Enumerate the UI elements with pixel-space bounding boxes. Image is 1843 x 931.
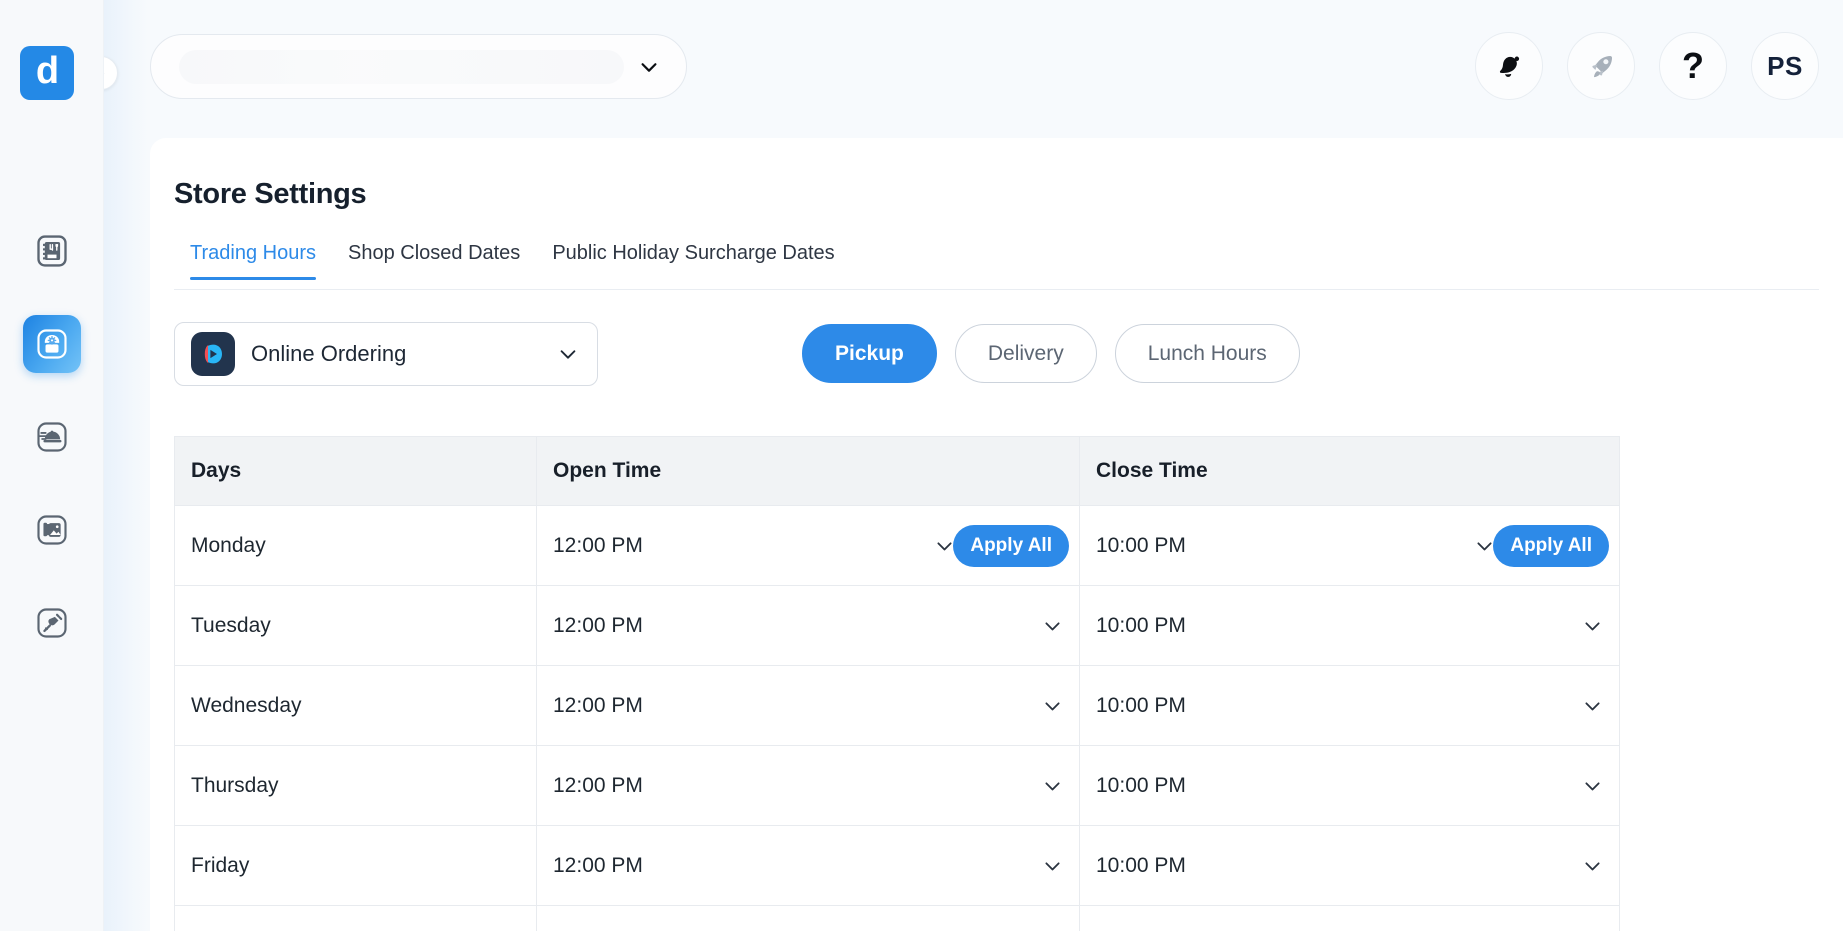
- chevron-down-icon[interactable]: [1474, 535, 1495, 556]
- chevron-down-icon[interactable]: [1582, 775, 1603, 796]
- chevron-down-icon[interactable]: [1582, 695, 1603, 716]
- sidebar-item-integrations[interactable]: [23, 594, 81, 652]
- column-header-close-time: Close Time: [1096, 459, 1208, 482]
- cell-close-time[interactable]: 10:00 PM: [1080, 586, 1619, 665]
- chevron-down-icon[interactable]: [934, 535, 955, 556]
- chevron-down-icon: [557, 343, 579, 365]
- food-delivery-icon: [37, 422, 67, 452]
- close-time-value: 10:00 PM: [1096, 613, 1186, 637]
- open-time-value: 12:00 PM: [553, 693, 643, 717]
- cell-open-time[interactable]: 12:00 PM: [537, 826, 1080, 905]
- cell-open-time[interactable]: 12:00 PM: [537, 906, 1080, 931]
- chevron-down-icon[interactable]: [1582, 615, 1603, 636]
- table-row: Monday 12:00 PM Apply All 10:00 PM Apply All: [175, 506, 1619, 586]
- plug-icon: [37, 608, 67, 638]
- help-button[interactable]: ?: [1659, 32, 1727, 100]
- cell-open-time[interactable]: 12:00 PM: [537, 586, 1080, 665]
- open-time-value: 12:00 PM: [553, 533, 643, 557]
- service-type-segments: Pickup Delivery Lunch Hours: [802, 324, 1300, 383]
- column-header-open-time: Open Time: [537, 437, 1080, 505]
- images-icon: [37, 515, 67, 545]
- menu-book-icon: [37, 235, 67, 267]
- topbar-actions: ? PS: [1475, 32, 1819, 100]
- cell-open-time[interactable]: 12:00 PM: [537, 746, 1080, 825]
- bell-icon: [1499, 56, 1520, 77]
- open-time-value: 12:00 PM: [553, 853, 643, 877]
- rocket-icon: [1592, 56, 1613, 78]
- tab-trading-hours[interactable]: Trading Hours: [174, 242, 332, 280]
- cell-close-time[interactable]: 10:00 PM: [1080, 746, 1619, 825]
- cell-day: Thursday: [175, 746, 537, 825]
- apply-all-button[interactable]: Apply All: [1493, 524, 1609, 567]
- controls-row: Online Ordering Pickup Delivery Lunch Ho…: [174, 320, 1819, 392]
- tab-bar: Trading Hours Shop Closed Dates Public H…: [174, 242, 1819, 290]
- table-row: Friday 12:00 PM 10:00 PM: [175, 826, 1619, 906]
- sidebar: d: [0, 0, 104, 931]
- open-time-value: 12:00 PM: [553, 773, 643, 797]
- chevron-down-icon: [638, 56, 660, 78]
- cell-open-time[interactable]: 12:00 PM: [537, 666, 1080, 745]
- sidebar-item-menu[interactable]: [23, 222, 81, 280]
- app-logo: d: [20, 46, 74, 100]
- chevron-down-icon[interactable]: [1042, 775, 1063, 796]
- table-row: Thursday 12:00 PM 10:00 PM: [175, 746, 1619, 826]
- cell-close-time[interactable]: 10:00 PM: [1080, 906, 1619, 931]
- table-row: Saturday12:00 PM10:00 PM: [175, 906, 1619, 931]
- segment-delivery[interactable]: Delivery: [954, 324, 1097, 383]
- online-ordering-logo-icon: [191, 332, 235, 376]
- open-time-value: 12:00 PM: [553, 613, 643, 637]
- close-time-value: 10:00 PM: [1096, 853, 1186, 877]
- avatar[interactable]: PS: [1751, 32, 1819, 100]
- column-header-days: Days: [175, 437, 537, 505]
- cell-day: Tuesday: [175, 586, 537, 665]
- cell-open-time[interactable]: 12:00 PM Apply All: [537, 506, 1080, 585]
- sidebar-gradient-strip: [104, 0, 148, 931]
- cell-close-time[interactable]: 10:00 PM: [1080, 666, 1619, 745]
- close-time-value: 10:00 PM: [1096, 693, 1186, 717]
- table-body: Monday 12:00 PM Apply All 10:00 PM Apply All…: [175, 506, 1619, 931]
- channel-selector[interactable]: Online Ordering: [174, 322, 598, 386]
- channel-selector-value: Online Ordering: [251, 341, 407, 366]
- table-header: Days Open Time Close Time: [175, 437, 1619, 506]
- chevron-down-icon[interactable]: [1042, 695, 1063, 716]
- close-time-value: 10:00 PM: [1096, 533, 1186, 557]
- table-row: Tuesday 12:00 PM 10:00 PM: [175, 586, 1619, 666]
- store-settings-icon: [37, 329, 67, 359]
- app-root: d ? PS Store Settings Trading Hours Shop…: [0, 0, 1843, 931]
- chevron-down-icon[interactable]: [1042, 615, 1063, 636]
- segment-pickup[interactable]: Pickup: [802, 324, 937, 383]
- sidebar-item-store-settings[interactable]: [23, 315, 81, 373]
- sidebar-item-gallery[interactable]: [23, 501, 81, 559]
- notifications-button[interactable]: [1475, 32, 1543, 100]
- cell-close-time[interactable]: 10:00 PM: [1080, 826, 1619, 905]
- topbar: ? PS: [84, 0, 1843, 138]
- store-selector-value: [179, 49, 624, 84]
- cell-close-time[interactable]: 10:00 PM Apply All: [1080, 506, 1619, 585]
- chevron-down-icon[interactable]: [1582, 855, 1603, 876]
- question-mark-icon: ?: [1682, 45, 1704, 86]
- segment-lunch-hours[interactable]: Lunch Hours: [1114, 324, 1300, 383]
- whats-new-button[interactable]: [1567, 32, 1635, 100]
- store-selector[interactable]: [150, 34, 687, 99]
- sidebar-nav: [0, 222, 104, 687]
- chevron-down-icon[interactable]: [1042, 855, 1063, 876]
- page-title: Store Settings: [174, 178, 367, 210]
- cell-day: Wednesday: [175, 666, 537, 745]
- apply-all-button[interactable]: Apply All: [953, 524, 1069, 567]
- close-time-value: 10:00 PM: [1096, 773, 1186, 797]
- sidebar-item-orders[interactable]: [23, 408, 81, 466]
- cell-day: Saturday: [175, 906, 537, 931]
- tab-public-holiday-surcharge-dates[interactable]: Public Holiday Surcharge Dates: [536, 242, 850, 279]
- content-card: Store Settings Trading Hours Shop Closed…: [150, 138, 1843, 931]
- table-row: Wednesday 12:00 PM 10:00 PM: [175, 666, 1619, 746]
- cell-day: Monday: [175, 506, 537, 585]
- tab-shop-closed-dates[interactable]: Shop Closed Dates: [332, 242, 536, 279]
- cell-day: Friday: [175, 826, 537, 905]
- trading-hours-table: Days Open Time Close Time Monday 12:00 PM…: [174, 436, 1620, 931]
